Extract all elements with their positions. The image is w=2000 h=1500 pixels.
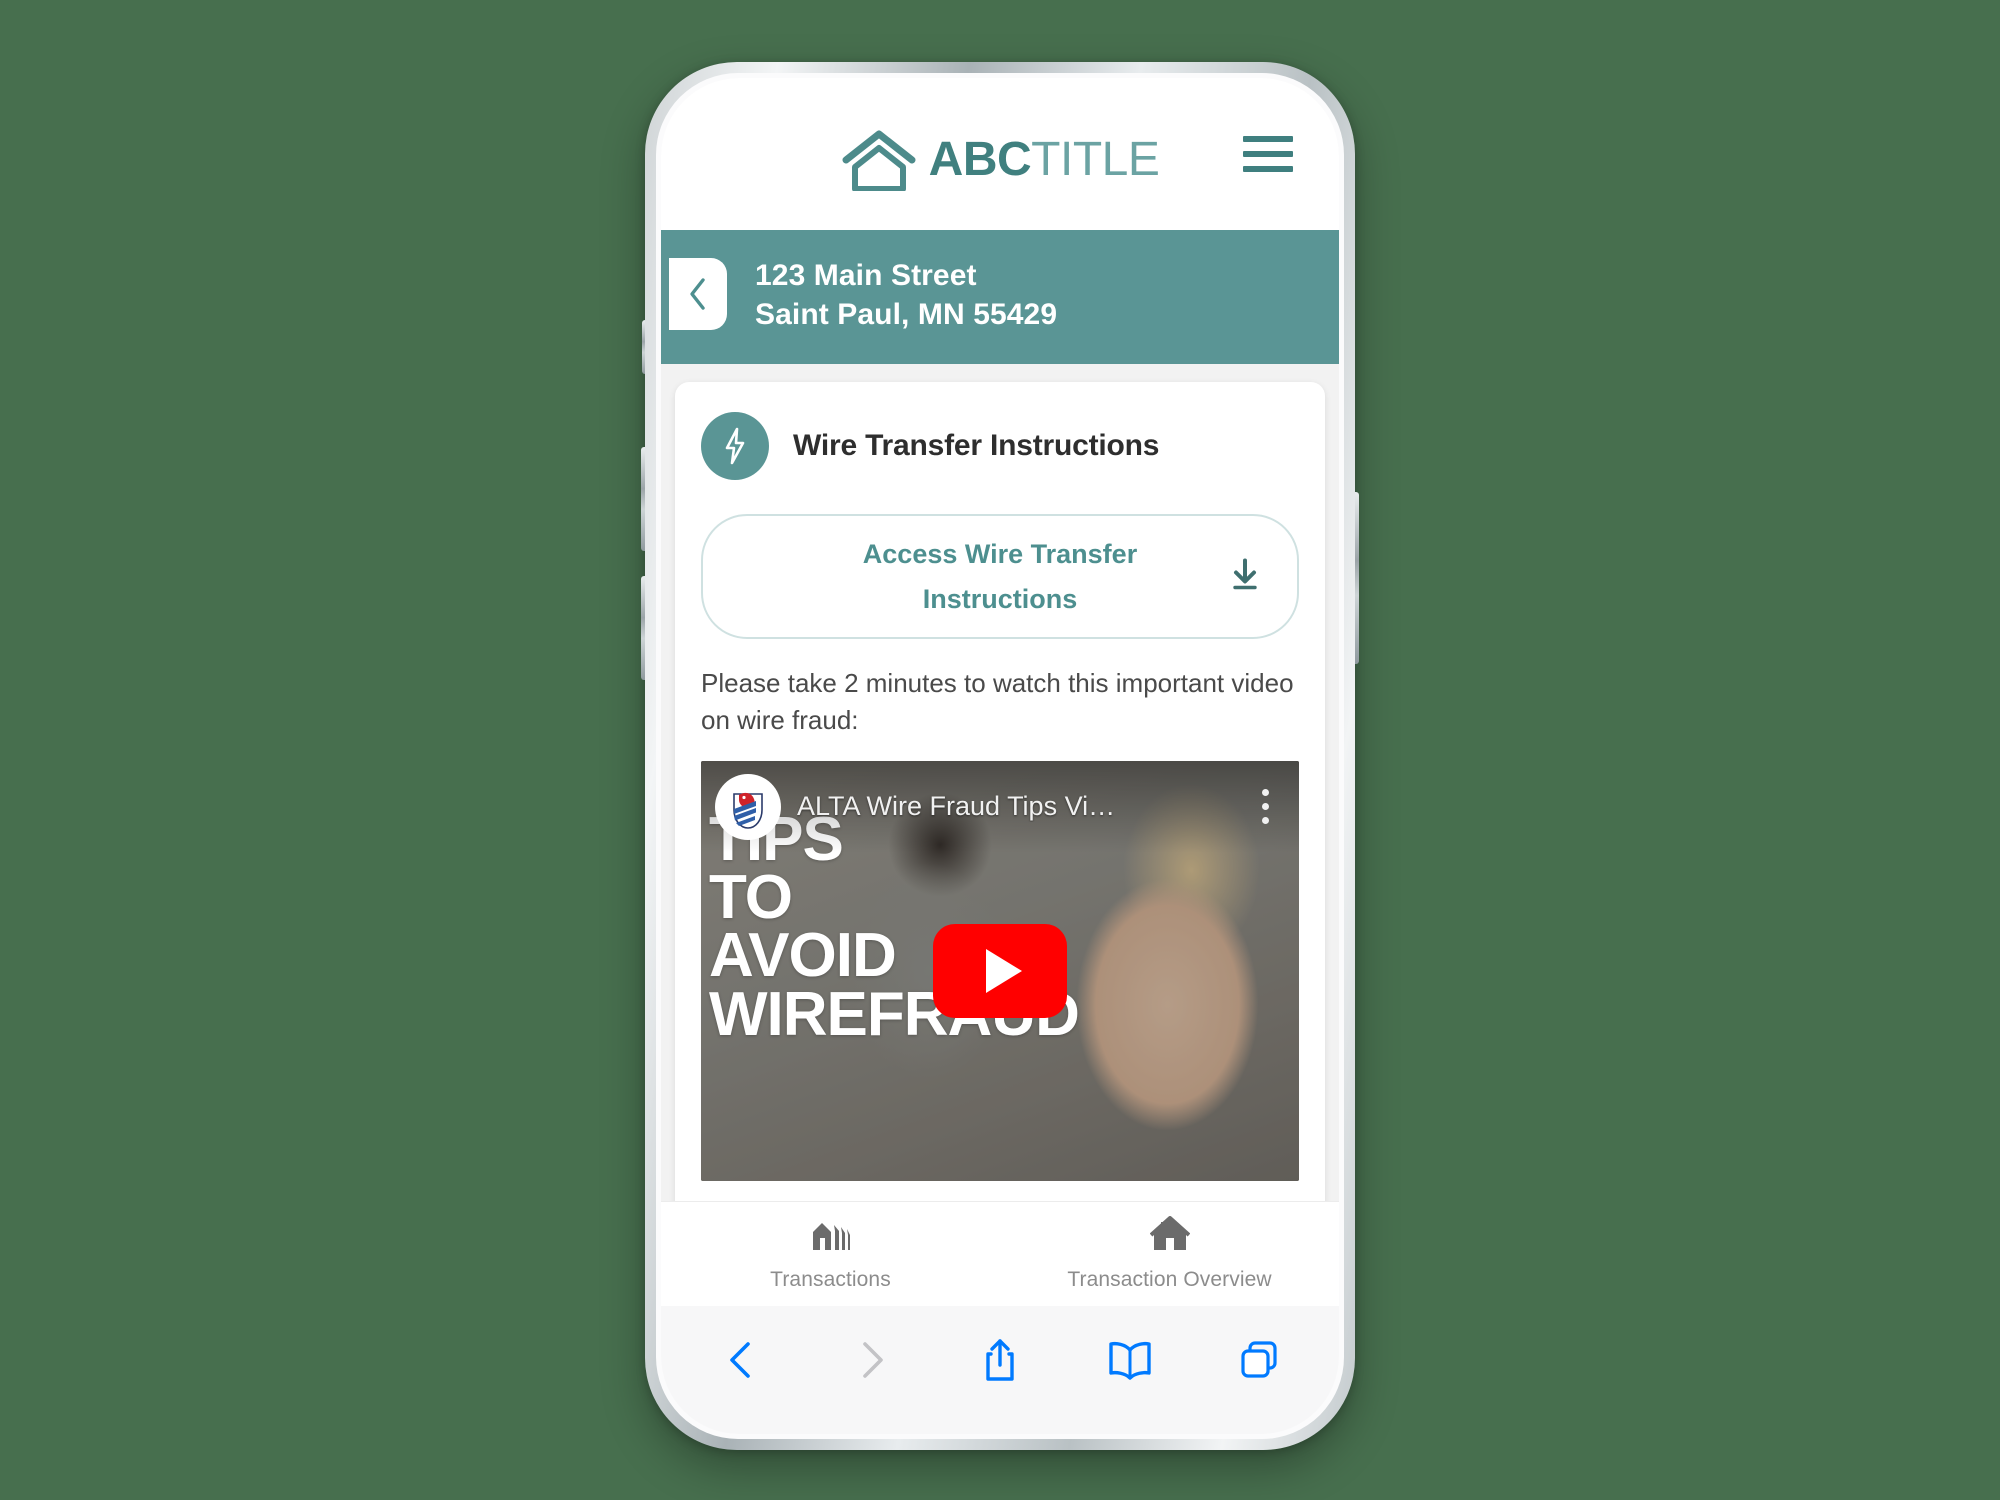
safari-toolbar bbox=[661, 1306, 1339, 1434]
app-viewport: ABCTITLE 123 Main Street Saint Paul, MN … bbox=[661, 78, 1339, 1306]
video-note-text: Please take 2 minutes to watch this impo… bbox=[701, 668, 1294, 735]
brand-bold: ABC bbox=[928, 133, 1032, 186]
address-line-1: 123 Main Street bbox=[755, 259, 977, 292]
phone-frame: ABCTITLE 123 Main Street Saint Paul, MN … bbox=[645, 62, 1355, 1450]
property-address: 123 Main Street Saint Paul, MN 55429 bbox=[755, 252, 1057, 334]
forward-chevron-icon bbox=[839, 1328, 903, 1392]
tab-label: Transaction Overview bbox=[1067, 1268, 1272, 1291]
thumb-line-2: TO bbox=[709, 863, 793, 933]
property-address-bar: 123 Main Street Saint Paul, MN 55429 bbox=[661, 230, 1339, 364]
youtube-play-icon[interactable] bbox=[933, 923, 1067, 1018]
back-chevron-icon[interactable] bbox=[709, 1328, 773, 1392]
download-icon bbox=[1229, 557, 1261, 596]
bookmarks-book-icon[interactable] bbox=[1098, 1328, 1162, 1392]
back-button[interactable] bbox=[669, 258, 727, 330]
access-wire-transfer-instructions-button[interactable]: Access Wire Transfer Instructions bbox=[701, 514, 1299, 640]
tab-label: Transactions bbox=[770, 1268, 891, 1291]
houses-icon bbox=[810, 1216, 852, 1259]
phone-mockup: ABCTITLE 123 Main Street Saint Paul, MN … bbox=[641, 62, 1359, 1450]
wire-transfer-card: Wire Transfer Instructions Access Wire T… bbox=[675, 382, 1325, 1306]
share-icon[interactable] bbox=[968, 1328, 1032, 1392]
phone-screen: ABCTITLE 123 Main Street Saint Paul, MN … bbox=[661, 78, 1339, 1434]
address-line-2: Saint Paul, MN 55429 bbox=[755, 298, 1058, 331]
phone-bezel: ABCTITLE 123 Main Street Saint Paul, MN … bbox=[656, 73, 1344, 1439]
house-outline-icon bbox=[841, 129, 917, 191]
brand-light: TITLE bbox=[1031, 133, 1160, 186]
card-header: Wire Transfer Instructions bbox=[701, 412, 1299, 480]
brand-text: ABCTITLE bbox=[929, 136, 1160, 184]
hamburger-menu-icon[interactable] bbox=[1243, 136, 1293, 172]
lightning-bolt-icon bbox=[701, 412, 769, 480]
access-button-label: Access Wire Transfer Instructions bbox=[862, 539, 1138, 614]
bottom-tab-bar: Transactions Transaction Overview bbox=[661, 1201, 1339, 1306]
card-title: Wire Transfer Instructions bbox=[793, 429, 1160, 462]
video-title: ALTA Wire Fraud Tips Vi… bbox=[797, 791, 1116, 822]
chevron-left-icon bbox=[687, 276, 709, 312]
alta-eagle-logo-icon[interactable] bbox=[715, 773, 781, 840]
page-body: Wire Transfer Instructions Access Wire T… bbox=[661, 364, 1339, 1306]
sidebar-item-transaction-overview[interactable]: Transaction Overview bbox=[1000, 1202, 1339, 1306]
youtube-topbar: ALTA Wire Fraud Tips Vi… bbox=[701, 760, 1299, 853]
home-icon bbox=[1149, 1216, 1190, 1259]
app-header: ABCTITLE bbox=[661, 78, 1339, 230]
youtube-video-embed[interactable]: TIPS TO AVOID WIREFRAUD bbox=[701, 760, 1299, 1181]
kebab-menu-icon[interactable] bbox=[1245, 781, 1285, 833]
tabs-icon[interactable] bbox=[1227, 1328, 1291, 1392]
sidebar-item-transactions[interactable]: Transactions bbox=[661, 1202, 1000, 1306]
brand-logo[interactable]: ABCTITLE bbox=[841, 129, 1160, 191]
